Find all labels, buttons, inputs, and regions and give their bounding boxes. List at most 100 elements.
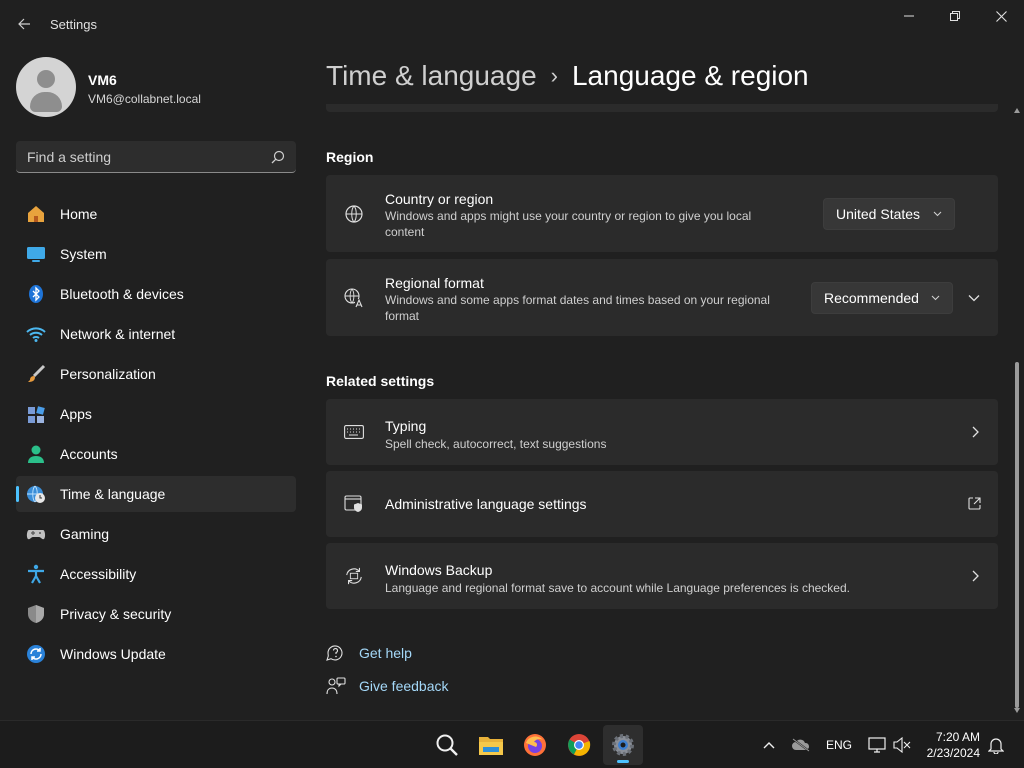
page-title: Language & region xyxy=(571,60,809,91)
card-description: Language and regional format save to acc… xyxy=(385,581,850,595)
link-label: Get help xyxy=(359,645,412,661)
sidebar-item-windows-update[interactable]: Windows Update xyxy=(16,636,296,672)
chevron-right-icon xyxy=(972,426,979,438)
tray-time[interactable]: 7:20 AM xyxy=(918,730,980,744)
link-label: Give feedback xyxy=(359,678,449,694)
minimize-button[interactable] xyxy=(886,0,932,32)
breadcrumb-separator: › xyxy=(550,63,558,88)
update-icon xyxy=(26,644,46,664)
card-title: Regional format xyxy=(385,275,484,291)
back-arrow-icon xyxy=(18,18,30,30)
taskbar-search[interactable] xyxy=(427,725,467,765)
search-input[interactable] xyxy=(16,141,296,172)
sidebar-item-apps[interactable]: Apps xyxy=(16,396,296,432)
search-icon[interactable] xyxy=(271,150,285,164)
breadcrumb: Time & language › Language & region xyxy=(326,58,809,94)
sidebar-item-personalization[interactable]: Personalization xyxy=(16,356,296,392)
card-description: Windows and some apps format dates and t… xyxy=(385,293,770,323)
sidebar-item-bluetooth[interactable]: Bluetooth & devices xyxy=(16,276,296,312)
breadcrumb-parent[interactable]: Time & language xyxy=(326,60,537,92)
sidebar-item-label: Apps xyxy=(60,406,92,422)
admin-language-card[interactable]: Administrative language settings xyxy=(326,471,998,537)
maximize-button[interactable] xyxy=(932,0,978,32)
active-indicator xyxy=(617,760,629,763)
scroll-up-icon[interactable] xyxy=(1014,108,1020,113)
file-explorer-icon xyxy=(479,737,503,755)
globe-clock-icon xyxy=(26,484,46,504)
chevron-down-icon xyxy=(931,295,940,301)
chevron-right-icon xyxy=(972,570,979,582)
feedback-icon xyxy=(326,676,346,696)
card-title: Typing xyxy=(385,418,427,434)
user-profile[interactable]: VM6 VM6@collabnet.local xyxy=(16,57,296,117)
avatar xyxy=(16,57,76,117)
chevron-down-icon xyxy=(933,211,942,217)
tray-notifications[interactable] xyxy=(987,733,1005,757)
card-description: Spell check, autocorrect, text suggestio… xyxy=(385,437,607,451)
dropdown-value: United States xyxy=(836,206,921,222)
cloud-off-icon xyxy=(792,738,810,752)
scroll-down-icon[interactable] xyxy=(1014,708,1020,713)
tray-volume[interactable] xyxy=(892,733,912,757)
taskbar-firefox[interactable] xyxy=(515,725,555,765)
sidebar-item-gaming[interactable]: Gaming xyxy=(16,516,296,552)
sidebar-item-label: Privacy & security xyxy=(60,606,172,622)
scrollbar-thumb[interactable] xyxy=(1015,362,1019,708)
restore-icon xyxy=(950,11,960,21)
sidebar-item-label: Network & internet xyxy=(60,326,176,342)
accessibility-icon xyxy=(26,564,46,584)
back-button[interactable] xyxy=(8,8,40,40)
home-icon xyxy=(26,204,46,224)
tray-overflow-button[interactable] xyxy=(761,733,777,757)
sidebar-item-privacy[interactable]: Privacy & security xyxy=(16,596,296,632)
title-bar: Settings xyxy=(0,0,1024,48)
tray-date[interactable]: 2/23/2024 xyxy=(918,746,980,760)
get-help-link[interactable]: Get help xyxy=(326,642,412,664)
sidebar-item-accounts[interactable]: Accounts xyxy=(16,436,296,472)
card-description: Windows and apps might use your country … xyxy=(385,209,752,239)
country-dropdown[interactable]: United States xyxy=(823,198,955,230)
sidebar-item-network[interactable]: Network & internet xyxy=(16,316,296,352)
language-format-icon xyxy=(344,288,364,308)
taskbar-chrome[interactable] xyxy=(559,725,599,765)
taskbar: ENG 7:20 AM 2/23/2024 xyxy=(0,720,1024,768)
previous-card-edge xyxy=(326,104,998,112)
window-title: Settings xyxy=(50,17,97,32)
volume-muted-icon xyxy=(893,737,911,753)
card-title: Administrative language settings xyxy=(385,496,587,512)
tray-network[interactable] xyxy=(866,733,888,757)
taskbar-settings[interactable] xyxy=(603,725,643,765)
related-section-title: Related settings xyxy=(326,373,435,389)
globe-icon xyxy=(344,204,364,224)
sidebar-item-home[interactable]: Home xyxy=(16,196,296,232)
chrome-icon xyxy=(568,734,591,756)
external-link-icon xyxy=(968,497,981,510)
give-feedback-link[interactable]: Give feedback xyxy=(326,675,449,697)
chevron-up-icon xyxy=(763,742,775,749)
keyboard-icon xyxy=(344,422,364,442)
regional-format-dropdown[interactable]: Recommended xyxy=(811,282,953,314)
apps-icon xyxy=(26,404,46,424)
expand-chevron-icon[interactable] xyxy=(968,292,980,304)
taskbar-file-explorer[interactable] xyxy=(471,725,511,765)
settings-icon xyxy=(612,734,634,756)
typing-card[interactable]: Typing Spell check, autocorrect, text su… xyxy=(326,399,998,465)
sidebar-item-label: System xyxy=(60,246,107,262)
close-button[interactable] xyxy=(978,0,1024,32)
brush-icon xyxy=(26,364,46,384)
windows-backup-card[interactable]: Windows Backup Language and regional for… xyxy=(326,543,998,609)
card-title: Windows Backup xyxy=(385,562,493,578)
sidebar-item-time-language[interactable]: Time & language xyxy=(16,476,296,512)
regional-format-card[interactable]: Regional format Windows and some apps fo… xyxy=(326,259,998,336)
help-icon xyxy=(326,643,346,663)
system-icon xyxy=(26,244,46,264)
bluetooth-icon xyxy=(26,284,46,304)
sidebar-item-system[interactable]: System xyxy=(16,236,296,272)
sidebar-item-accessibility[interactable]: Accessibility xyxy=(16,556,296,592)
tray-onedrive[interactable] xyxy=(790,733,812,757)
content-scrollbar[interactable] xyxy=(1014,104,1020,718)
search-box[interactable] xyxy=(16,141,296,173)
dropdown-value: Recommended xyxy=(824,290,919,306)
minimize-icon xyxy=(904,15,914,17)
tray-language[interactable]: ENG xyxy=(826,738,852,752)
